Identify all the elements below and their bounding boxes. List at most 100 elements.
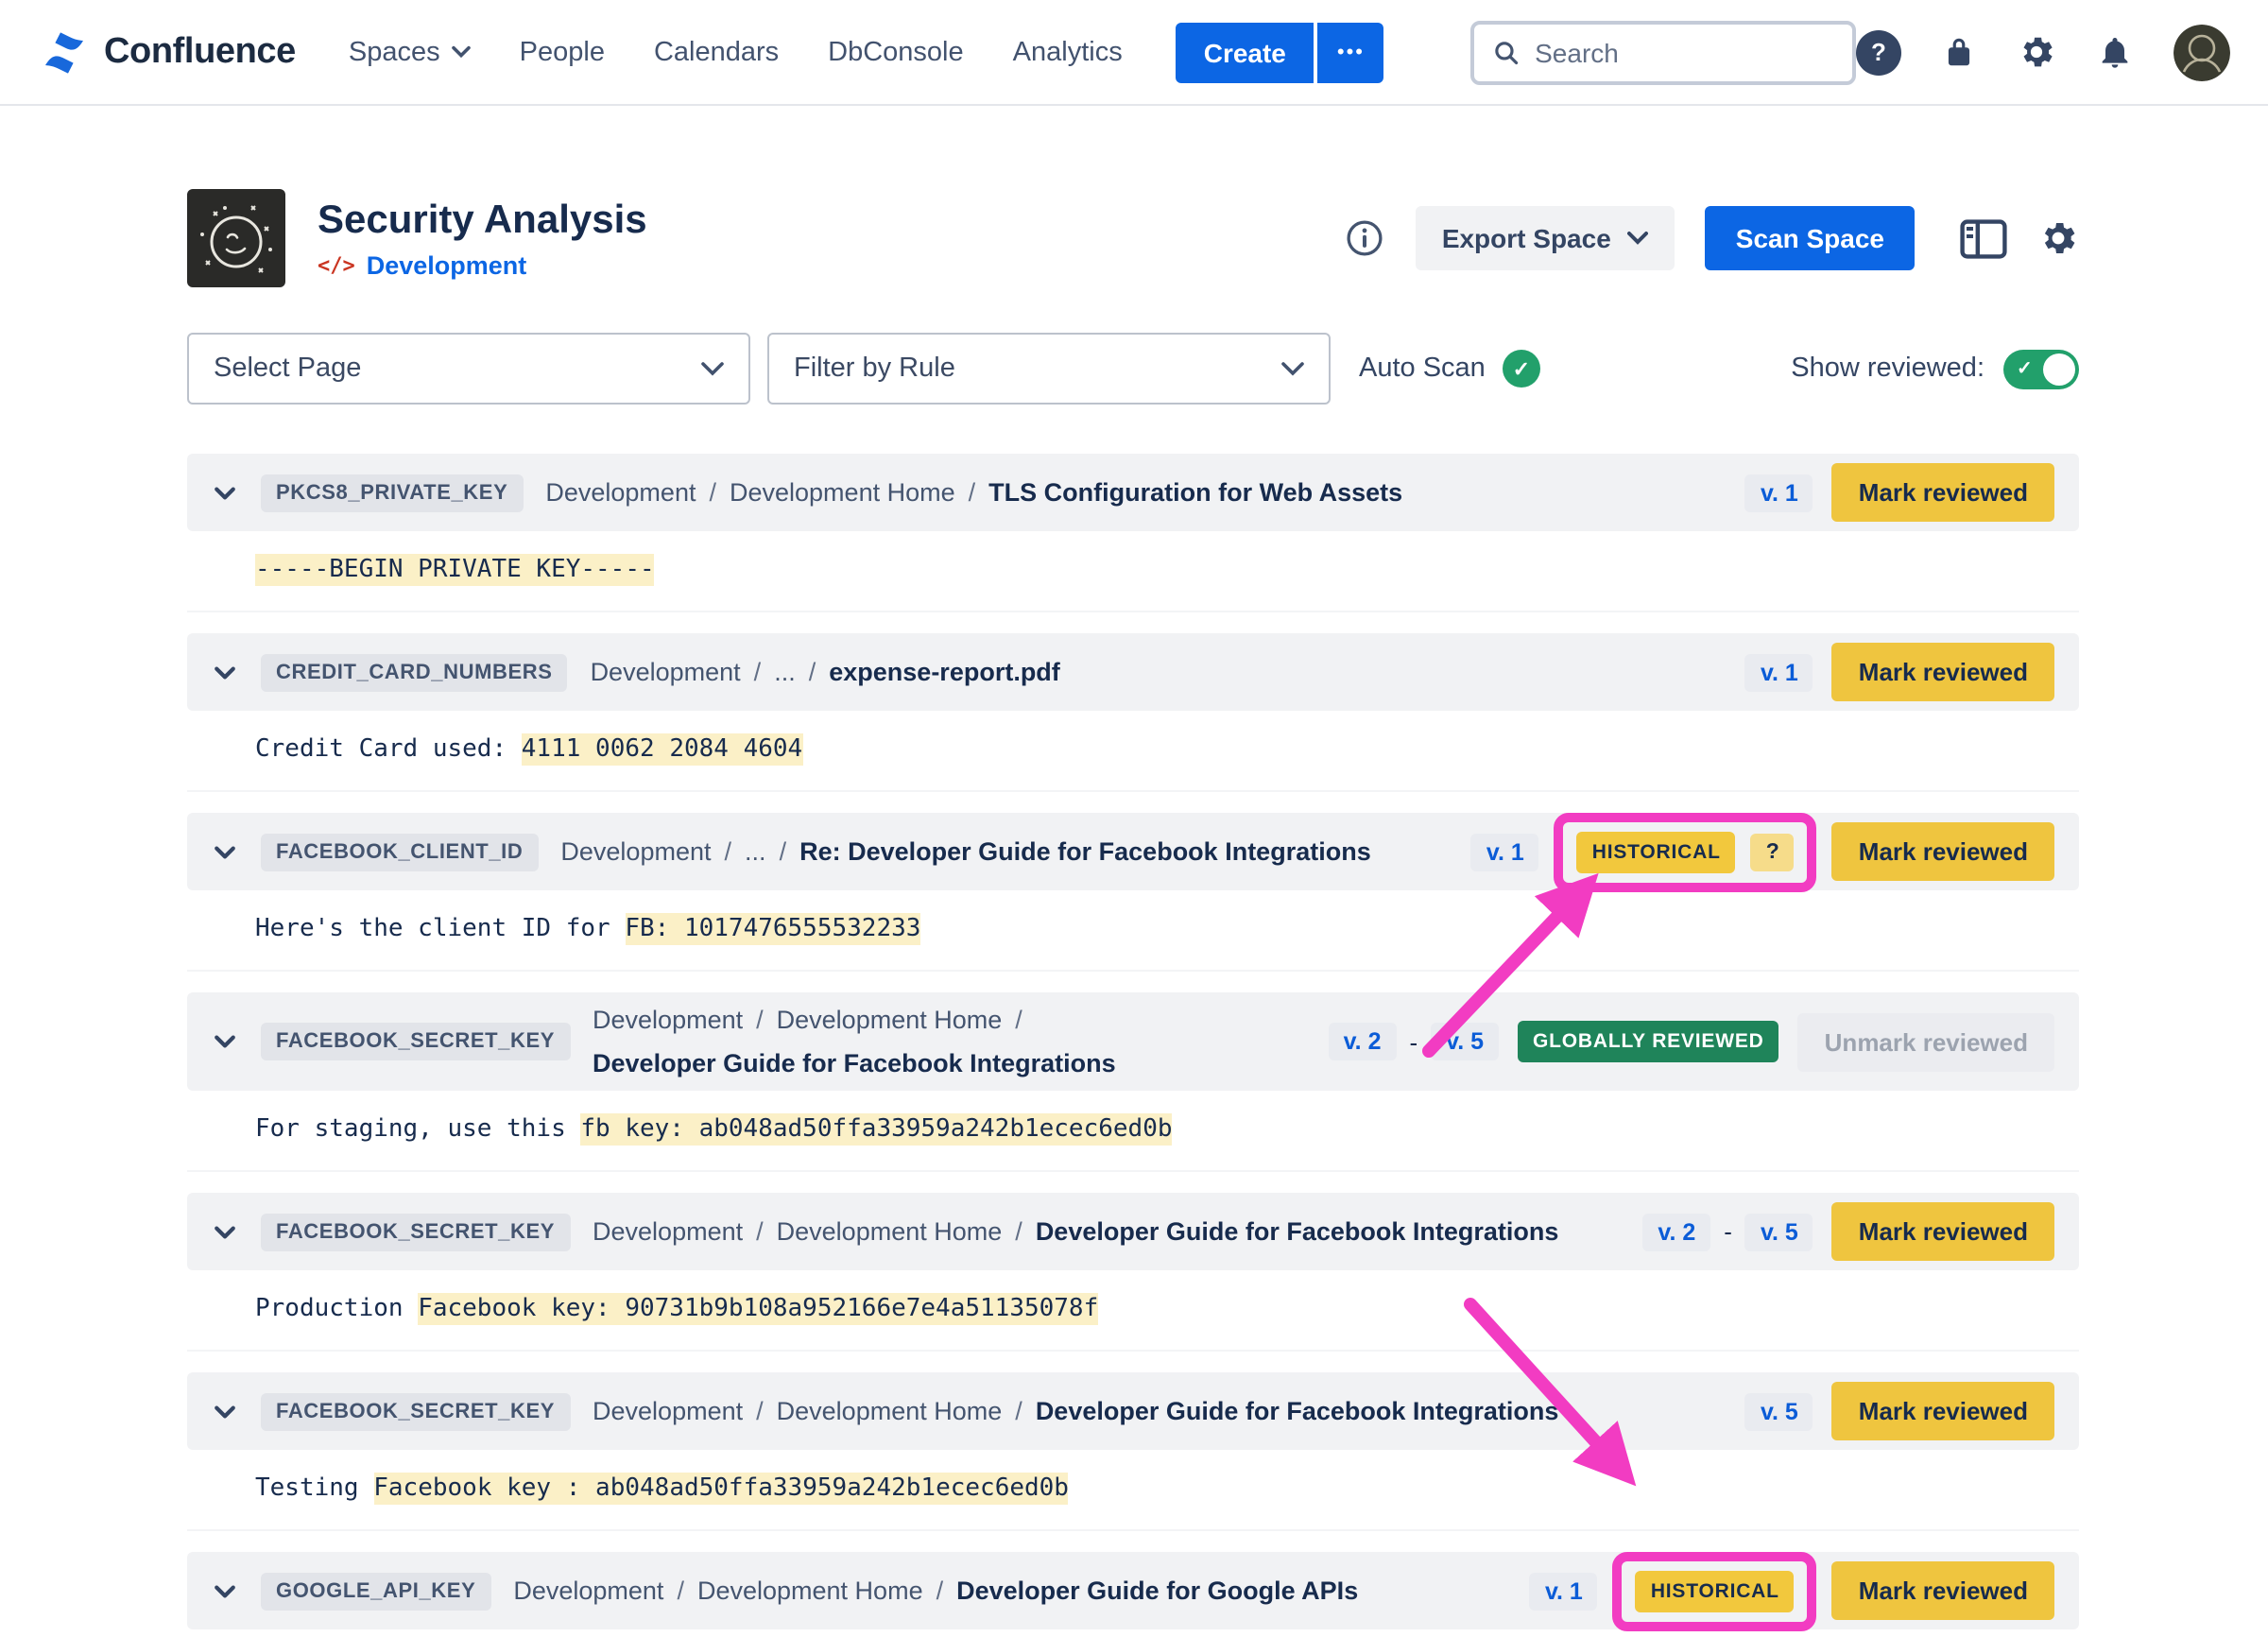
- breadcrumb-segment[interactable]: ...: [745, 833, 766, 870]
- content-text: Testing: [255, 1474, 373, 1503]
- create-more-button[interactable]: •••: [1318, 22, 1383, 82]
- breadcrumb-segment[interactable]: ...: [774, 653, 796, 690]
- breadcrumb-segment[interactable]: Development Home: [730, 474, 955, 510]
- breadcrumb-separator: /: [969, 474, 976, 510]
- version-chip[interactable]: v. 1: [1745, 653, 1813, 691]
- rule-badge: FACEBOOK_SECRET_KEY: [261, 1023, 570, 1060]
- user-avatar[interactable]: [2174, 24, 2230, 80]
- breadcrumb-page-title[interactable]: Re: Developer Guide for Facebook Integra…: [799, 833, 1371, 870]
- breadcrumb-segment[interactable]: Development: [513, 1573, 663, 1610]
- collapse-chevron-icon[interactable]: [212, 1218, 238, 1245]
- settings-gear-icon[interactable]: [2017, 32, 2056, 72]
- search-input[interactable]: [1535, 37, 1833, 67]
- export-space-button[interactable]: Export Space: [1416, 206, 1675, 270]
- filter-by-rule-dropdown[interactable]: Filter by Rule: [767, 333, 1331, 405]
- breadcrumb-page-title[interactable]: Developer Guide for Facebook Integration…: [1036, 1393, 1559, 1430]
- historical-help-chip[interactable]: ?: [1751, 833, 1795, 870]
- breadcrumb-segment[interactable]: Development Home: [777, 1214, 1003, 1250]
- version-chips: v. 1: [1471, 833, 1539, 870]
- nav-analytics[interactable]: Analytics: [1013, 37, 1123, 67]
- review-action-button[interactable]: Mark reviewed: [1832, 1382, 2054, 1440]
- finding-card: FACEBOOK_SECRET_KEY Development/Developm…: [187, 992, 2079, 1172]
- collapse-chevron-icon[interactable]: [212, 1028, 238, 1055]
- breadcrumb-segment[interactable]: Development: [593, 1393, 743, 1430]
- show-reviewed-toggle[interactable]: ✓: [2003, 349, 2079, 388]
- version-chips: v. 1: [1530, 1572, 1598, 1610]
- help-icon[interactable]: ?: [1856, 29, 1901, 75]
- breadcrumb-segment[interactable]: Development Home: [777, 1393, 1003, 1430]
- space-link[interactable]: Development: [367, 251, 527, 280]
- finding-card: FACEBOOK_SECRET_KEY Development/Developm…: [187, 1193, 2079, 1352]
- finding-header: CREDIT_CARD_NUMBERS Development/.../expe…: [187, 633, 2079, 711]
- create-button[interactable]: Create: [1176, 22, 1314, 82]
- collapse-chevron-icon[interactable]: [212, 838, 238, 865]
- select-page-dropdown[interactable]: Select Page: [187, 333, 750, 405]
- version-chip[interactable]: v. 1: [1530, 1572, 1598, 1610]
- nav-calendars[interactable]: Calendars: [654, 37, 779, 67]
- breadcrumb-segment[interactable]: Development: [591, 653, 741, 690]
- review-action-button[interactable]: Unmark reviewed: [1798, 1012, 2054, 1071]
- breadcrumb-page-title[interactable]: Developer Guide for Google APIs: [956, 1573, 1358, 1610]
- nav-dbconsole[interactable]: DbConsole: [828, 37, 964, 67]
- breadcrumb-segment[interactable]: Development: [560, 833, 711, 870]
- version-chip[interactable]: v. 5: [1745, 1392, 1813, 1430]
- version-chip[interactable]: v. 1: [1471, 833, 1539, 870]
- breadcrumb-segment[interactable]: Development: [545, 474, 696, 510]
- version-chip[interactable]: v. 5: [1745, 1213, 1813, 1250]
- collapse-chevron-icon[interactable]: [212, 1398, 238, 1424]
- version-chips: v. 5: [1745, 1392, 1813, 1430]
- historical-badge: HISTORICAL: [1636, 1570, 1795, 1611]
- title-block: Security Analysis </> Development: [318, 197, 647, 280]
- app-root: Confluence Spaces People Calendars DbCon…: [0, 0, 2268, 1637]
- review-action-button[interactable]: Mark reviewed: [1832, 822, 2054, 881]
- notifications-bell-icon[interactable]: [2096, 32, 2134, 72]
- version-chips: v. 1: [1745, 474, 1813, 511]
- filter-row: Select Page Filter by Rule Auto Scan ✓ S…: [187, 333, 2079, 405]
- breadcrumb-segment[interactable]: Development: [593, 1214, 743, 1250]
- breadcrumb-page-title[interactable]: Developer Guide for Facebook Integration…: [593, 1044, 1116, 1081]
- collapse-chevron-icon[interactable]: [212, 659, 238, 685]
- breadcrumb-separator: /: [709, 474, 716, 510]
- info-icon[interactable]: [1344, 217, 1385, 259]
- status-badges: HISTORICAL: [1617, 1566, 1813, 1615]
- nav-people[interactable]: People: [520, 37, 605, 67]
- version-chip[interactable]: v. 5: [1431, 1023, 1499, 1060]
- breadcrumb-segment[interactable]: Development Home: [777, 1002, 1003, 1039]
- breadcrumb-page-title[interactable]: expense-report.pdf: [829, 653, 1060, 690]
- rule-badge: GOOGLE_API_KEY: [261, 1572, 490, 1610]
- finding-meta: v. 1 HISTORICAL? Mark reviewed: [1471, 822, 2054, 881]
- collapse-chevron-icon[interactable]: [212, 479, 238, 506]
- breadcrumb-segment[interactable]: Development Home: [697, 1573, 923, 1610]
- page-settings-gear-icon[interactable]: [2037, 217, 2079, 259]
- review-action-button[interactable]: Mark reviewed: [1832, 1561, 2054, 1620]
- nav-spaces[interactable]: Spaces: [349, 37, 471, 67]
- secret-highlight: fb key: ab048ad50ffa33959a242b1ecec6ed0b: [580, 1113, 1172, 1146]
- content-text: Credit Card used:: [255, 735, 522, 764]
- finding-meta: v. 1 HISTORICAL Mark reviewed: [1530, 1561, 2054, 1620]
- review-action-button[interactable]: Mark reviewed: [1832, 643, 2054, 701]
- version-chip[interactable]: v. 1: [1745, 474, 1813, 511]
- version-chip[interactable]: v. 2: [1329, 1023, 1397, 1060]
- confluence-brand[interactable]: Confluence: [40, 27, 296, 77]
- finding-content: -----BEGIN PRIVATE KEY-----: [187, 531, 2079, 612]
- lock-icon[interactable]: [1941, 32, 1977, 72]
- review-action-button[interactable]: Mark reviewed: [1832, 1202, 2054, 1261]
- show-reviewed-control: Show reviewed: ✓: [1791, 349, 2079, 388]
- header-actions: Export Space Scan Space: [1344, 206, 2079, 270]
- nav-spaces-label: Spaces: [349, 37, 440, 67]
- side-panel-toggle-icon[interactable]: [1960, 218, 2007, 258]
- secret-highlight: 4111 0062 2084 4604: [522, 733, 802, 766]
- breadcrumb-segment[interactable]: Development: [593, 1002, 743, 1039]
- breadcrumb-separator: /: [754, 653, 762, 690]
- breadcrumb-separator: /: [756, 1214, 764, 1250]
- version-chip[interactable]: v. 2: [1642, 1213, 1710, 1250]
- breadcrumb: Development/Development Home/Developer G…: [593, 1393, 1723, 1430]
- review-action-button[interactable]: Mark reviewed: [1832, 463, 2054, 522]
- collapse-chevron-icon[interactable]: [212, 1577, 238, 1604]
- breadcrumb-page-title[interactable]: TLS Configuration for Web Assets: [988, 474, 1402, 510]
- chevron-down-icon: [1628, 231, 1649, 246]
- scan-space-button[interactable]: Scan Space: [1706, 206, 1915, 270]
- breadcrumb: Development/Development Home/Developer G…: [593, 1002, 1306, 1081]
- breadcrumb-page-title[interactable]: Developer Guide for Facebook Integration…: [1036, 1214, 1559, 1250]
- status-badges: HISTORICAL?: [1558, 827, 1813, 876]
